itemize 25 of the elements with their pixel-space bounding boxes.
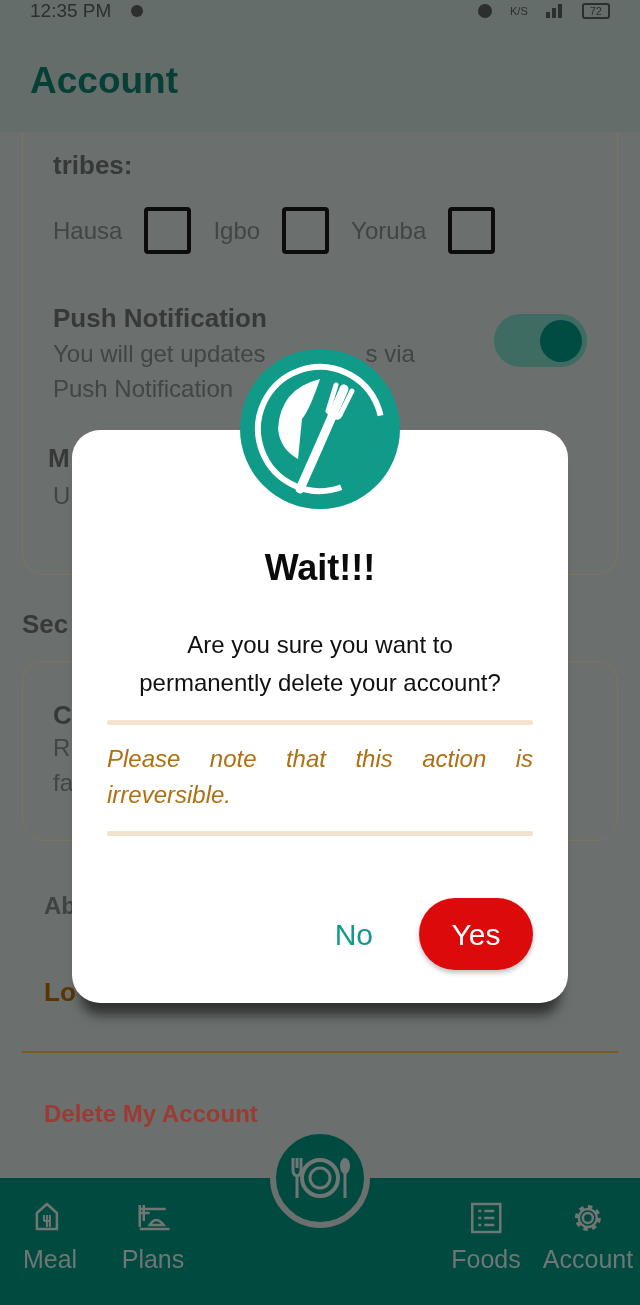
list-icon — [469, 1201, 503, 1235]
checkbox[interactable] — [448, 207, 496, 254]
status-time: 12:35 PM — [30, 3, 112, 19]
nav-tab[interactable]: Foods — [451, 1201, 521, 1279]
setting-title: Push Notification — [53, 302, 268, 335]
section-label: tribes: — [53, 150, 134, 180]
nav-tab[interactable]: Plans — [121, 1201, 185, 1279]
cancel-button[interactable]: No — [322, 911, 385, 957]
checkbox[interactable] — [144, 207, 192, 254]
checkbox[interactable] — [282, 207, 330, 254]
page-title: Account — [30, 62, 179, 99]
battery-level: 72 — [581, 3, 610, 19]
menu-link[interactable]: Lo — [44, 975, 76, 1009]
alarm-icon — [476, 4, 494, 18]
delete-account-link[interactable]: Delete My Account — [44, 1097, 596, 1131]
toggle-switch[interactable] — [494, 314, 587, 367]
warning-note: Please note that this action is irreversible. — [107, 744, 533, 810]
section-title: Sec — [22, 608, 69, 641]
nav-tab[interactable]: Account — [542, 1201, 634, 1279]
nav-tab[interactable]: Meal — [22, 1201, 78, 1279]
dialog-message: Are you sure you want to permanently delete your account? — [138, 630, 502, 698]
network-speed: K/S — [510, 4, 528, 19]
plate-cutlery-icon — [289, 1156, 351, 1200]
dialog-title: Wait!!! — [263, 550, 377, 586]
confirm-button[interactable]: Yes — [419, 898, 533, 970]
